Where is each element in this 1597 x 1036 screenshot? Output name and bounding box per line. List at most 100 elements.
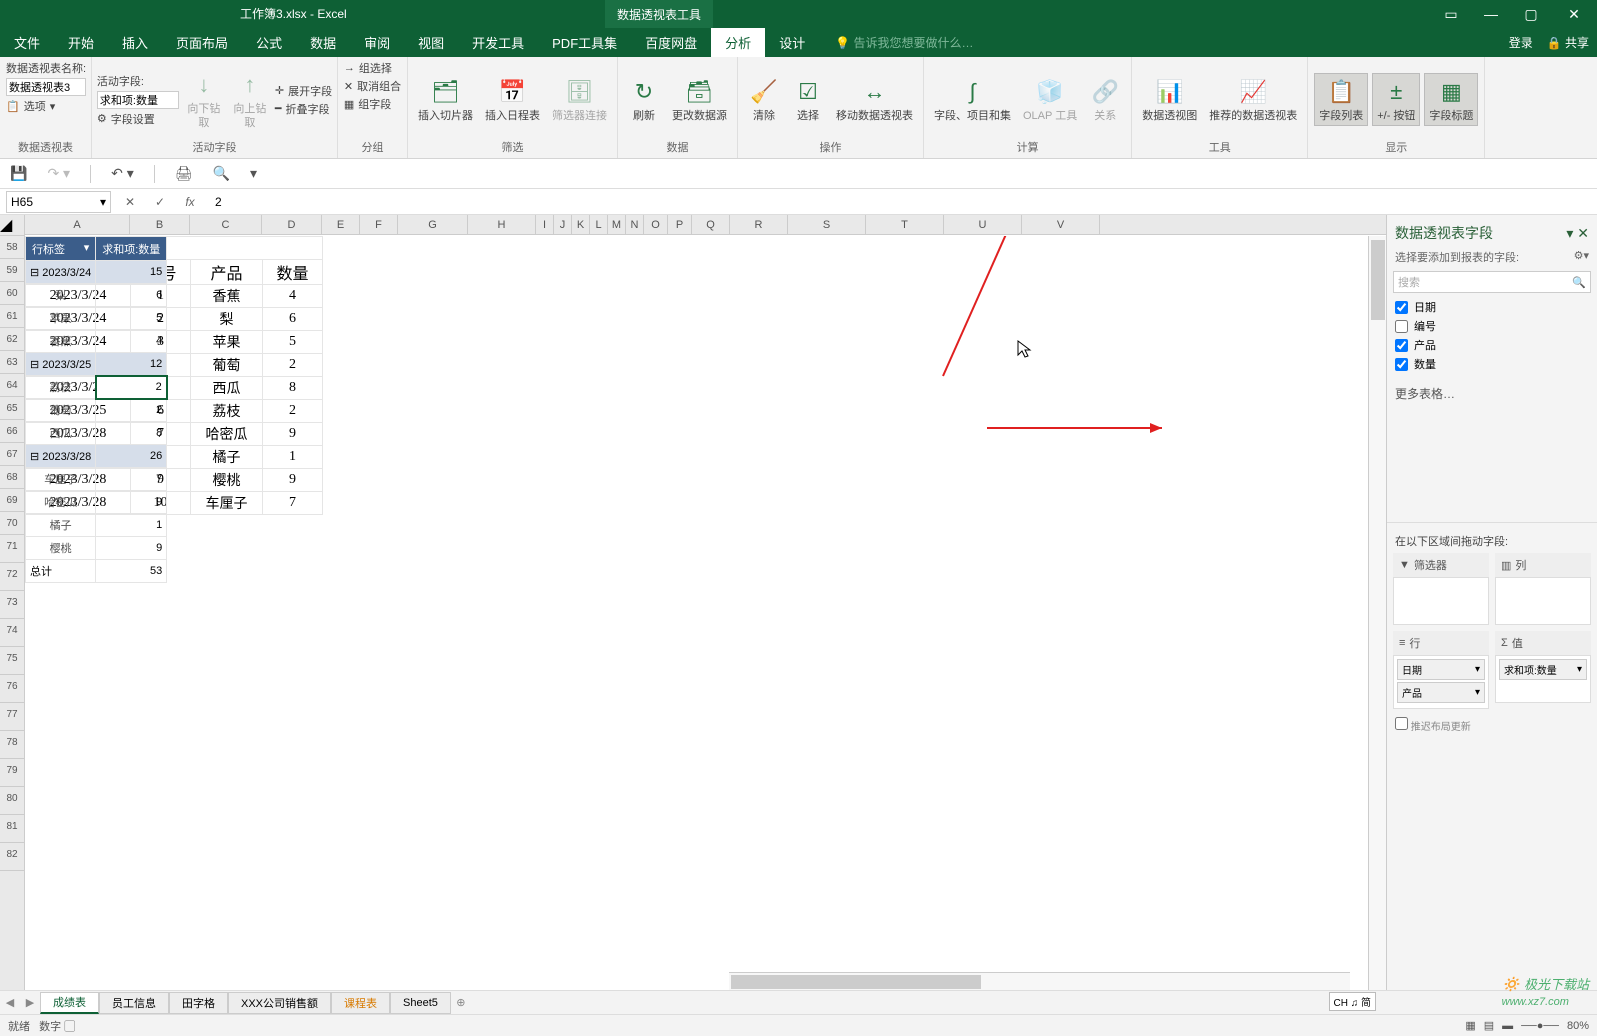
- chip-日期[interactable]: 日期▾: [1397, 659, 1485, 680]
- col-header[interactable]: E: [322, 215, 360, 234]
- col-header[interactable]: I: [536, 215, 554, 234]
- tab-分析[interactable]: 分析: [711, 28, 765, 57]
- vertical-scrollbar[interactable]: [1368, 236, 1386, 990]
- view-normal-icon[interactable]: ▦: [1465, 1019, 1475, 1032]
- field-checkbox-日期[interactable]: 日期: [1395, 299, 1589, 315]
- print-icon[interactable]: 🖨: [175, 165, 193, 182]
- sheet-tab-Sheet5[interactable]: Sheet5: [390, 992, 451, 1014]
- olap-button[interactable]: 🧊OLAP 工具: [1019, 74, 1081, 125]
- row-header[interactable]: 60: [0, 282, 24, 305]
- view-break-icon[interactable]: ▬: [1502, 1020, 1513, 1032]
- col-header[interactable]: H: [468, 215, 536, 234]
- login-link[interactable]: 登录: [1509, 34, 1533, 51]
- row-header[interactable]: 62: [0, 328, 24, 351]
- filter-connections-button[interactable]: 🗄筛选器连接: [548, 74, 611, 125]
- sheet-tab-员工信息[interactable]: 员工信息: [99, 992, 169, 1014]
- col-header[interactable]: C: [190, 215, 262, 234]
- tab-nav-next[interactable]: ▶: [20, 996, 40, 1009]
- field-headers-button[interactable]: ▦字段标题: [1424, 73, 1478, 126]
- more-tables-link[interactable]: 更多表格…: [1395, 385, 1589, 402]
- field-search-input[interactable]: 搜索🔍: [1393, 271, 1591, 293]
- fields-items-button[interactable]: ∫字段、项目和集: [930, 74, 1015, 125]
- row-header[interactable]: 68: [0, 466, 24, 489]
- row-header[interactable]: 73: [0, 591, 24, 619]
- change-source-button[interactable]: 🗃更改数据源: [668, 74, 731, 125]
- name-box[interactable]: H65▾: [6, 191, 111, 213]
- row-header[interactable]: 79: [0, 759, 24, 787]
- col-header[interactable]: T: [866, 215, 944, 234]
- relations-button[interactable]: 🔗关系: [1085, 74, 1125, 125]
- tab-数据[interactable]: 数据: [296, 28, 350, 57]
- row-header[interactable]: 63: [0, 351, 24, 374]
- ribbon-opts-icon[interactable]: ▭: [1431, 0, 1471, 28]
- col-header[interactable]: J: [554, 215, 572, 234]
- col-header[interactable]: P: [668, 215, 692, 234]
- defer-layout-checkbox[interactable]: [1395, 717, 1408, 730]
- tell-me-input[interactable]: 💡 告诉我您想要做什么…: [835, 34, 973, 51]
- cancel-icon[interactable]: ✕: [119, 195, 141, 209]
- col-header[interactable]: R: [730, 215, 788, 234]
- row-area[interactable]: 日期▾产品▾: [1393, 655, 1489, 709]
- close-icon[interactable]: ✕: [1551, 0, 1597, 28]
- share-link[interactable]: 🔒 共享: [1547, 34, 1589, 51]
- row-header[interactable]: 77: [0, 703, 24, 731]
- row-header[interactable]: 69: [0, 489, 24, 512]
- clear-button[interactable]: 🧹清除: [744, 74, 784, 125]
- val-area[interactable]: 求和项:数量▾: [1495, 655, 1591, 703]
- drillup-button[interactable]: ↑向上钻取: [229, 67, 271, 131]
- field-checkbox-编号[interactable]: 编号: [1395, 318, 1589, 334]
- col-header[interactable]: V: [1022, 215, 1100, 234]
- chip-求和项:数量[interactable]: 求和项:数量▾: [1499, 659, 1587, 680]
- col-header[interactable]: N: [626, 215, 644, 234]
- tab-百度网盘[interactable]: 百度网盘: [631, 28, 711, 57]
- drilldown-button[interactable]: ↓向下钻取: [183, 67, 225, 131]
- col-header[interactable]: S: [788, 215, 866, 234]
- pivotchart-button[interactable]: 📊数据透视图: [1138, 74, 1201, 125]
- zoom-level[interactable]: 80%: [1567, 1020, 1589, 1032]
- tab-插入[interactable]: 插入: [108, 28, 162, 57]
- tab-视图[interactable]: 视图: [404, 28, 458, 57]
- row-header[interactable]: 80: [0, 787, 24, 815]
- col-header[interactable]: F: [360, 215, 398, 234]
- refresh-button[interactable]: ↻刷新: [624, 74, 664, 125]
- field-settings-button[interactable]: ⚙ 字段设置: [97, 111, 179, 127]
- row-header[interactable]: 59: [0, 259, 24, 282]
- minimize-icon[interactable]: —: [1471, 0, 1511, 28]
- col-header[interactable]: Q: [692, 215, 730, 234]
- row-header[interactable]: 75: [0, 647, 24, 675]
- tab-PDF工具集[interactable]: PDF工具集: [538, 28, 631, 57]
- tab-开发工具[interactable]: 开发工具: [458, 28, 538, 57]
- row-header[interactable]: 58: [0, 236, 24, 259]
- field-list-button[interactable]: 📋字段列表: [1314, 73, 1368, 126]
- view-page-icon[interactable]: ▤: [1484, 1019, 1494, 1032]
- ungroup-button[interactable]: ✕ 取消组合: [344, 78, 401, 94]
- select-all-corner[interactable]: ◢: [0, 215, 25, 236]
- row-header[interactable]: 66: [0, 420, 24, 443]
- col-header[interactable]: O: [644, 215, 668, 234]
- row-header[interactable]: 74: [0, 619, 24, 647]
- sheet-tab-课程表[interactable]: 课程表: [331, 992, 390, 1014]
- pane-gear-icon[interactable]: ⚙▾: [1574, 249, 1589, 265]
- record-macro-icon[interactable]: ▢: [64, 1021, 75, 1033]
- redo-icon[interactable]: ↷ ▾: [47, 165, 70, 182]
- col-header[interactable]: U: [944, 215, 1022, 234]
- tab-页面布局[interactable]: 页面布局: [162, 28, 242, 57]
- sheet-tab-XXX公司销售额[interactable]: XXX公司销售额: [228, 992, 331, 1014]
- horizontal-scrollbar[interactable]: [729, 972, 1350, 990]
- col-header[interactable]: G: [398, 215, 468, 234]
- pane-close-icon[interactable]: ▾ ✕: [1566, 225, 1589, 242]
- save-icon[interactable]: 💾: [10, 165, 27, 182]
- recommended-pt-button[interactable]: 📈推荐的数据透视表: [1205, 74, 1301, 125]
- sheet-tab-田字格[interactable]: 田字格: [169, 992, 228, 1014]
- row-header[interactable]: 78: [0, 731, 24, 759]
- pt-name-input[interactable]: [6, 78, 86, 96]
- row-header[interactable]: 61: [0, 305, 24, 328]
- col-header[interactable]: L: [590, 215, 608, 234]
- ime-indicator[interactable]: CH ♫ 简: [1329, 992, 1377, 1011]
- field-checkbox-数量[interactable]: 数量: [1395, 356, 1589, 372]
- row-header[interactable]: 72: [0, 563, 24, 591]
- chip-产品[interactable]: 产品▾: [1397, 682, 1485, 703]
- insert-slicer-button[interactable]: 🗂插入切片器: [414, 74, 477, 125]
- tab-设计[interactable]: 设计: [765, 28, 819, 57]
- new-sheet-button[interactable]: ⊕: [451, 996, 471, 1009]
